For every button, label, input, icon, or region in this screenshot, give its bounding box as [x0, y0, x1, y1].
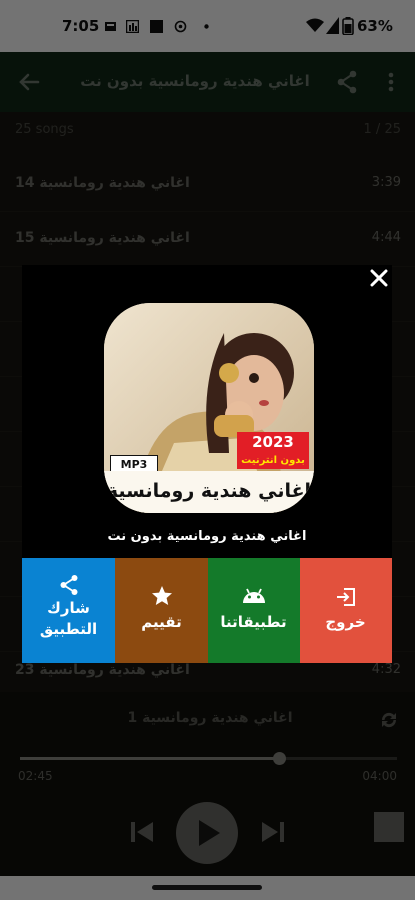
exit-label: خروج [325, 613, 366, 631]
song-title: اغاني هندية رومانسية 14 [15, 175, 190, 191]
seek-thumb[interactable] [273, 752, 287, 765]
song-row[interactable]: اغاني هندية رومانسية 15 4:44 [0, 212, 415, 267]
settings-notification-icon [174, 20, 187, 33]
icon-offline-badge: بدون انترنيت [237, 452, 309, 469]
wifi-icon [306, 18, 324, 32]
play-icon [199, 820, 220, 846]
songs-count: 25 songs [15, 122, 74, 137]
elapsed-time: 02:45 [18, 769, 53, 783]
our-apps-label: تطبيقاتنا [220, 613, 287, 631]
signal-icon [326, 17, 339, 34]
exit-icon [337, 588, 355, 606]
home-gesture-handle[interactable] [152, 885, 262, 890]
song-duration: 4:32 [371, 662, 401, 677]
icon-mp3-badge: MP3 [110, 455, 158, 472]
gallery-notification-icon [126, 20, 139, 33]
app-bar: اغاني هندية رومانسية بدون نت [0, 52, 415, 112]
dialog-app-name: اغاني هندية رومانسية بدون نت [107, 529, 307, 544]
share-app-icon [60, 575, 78, 595]
play-button[interactable] [176, 802, 238, 864]
notification-icon [105, 22, 116, 31]
rate-button[interactable]: تقييم [115, 558, 208, 663]
android-icon [243, 588, 265, 603]
battery-icon [342, 17, 354, 35]
list-header: 25 songs 1 / 25 [0, 112, 415, 147]
next-icon[interactable] [259, 818, 287, 846]
exit-button[interactable]: خروج [299, 558, 392, 663]
song-duration: 3:39 [371, 175, 401, 190]
previous-icon[interactable] [128, 818, 156, 846]
close-icon[interactable] [366, 265, 392, 291]
icon-title-banner: اغاني هندية رومانسية [104, 471, 314, 513]
icon-year-badge: 2023 [237, 432, 309, 452]
seek-progress [20, 757, 280, 760]
share-app-label-2: التطبيق [39, 620, 98, 638]
page-index: 1 / 25 [363, 122, 401, 137]
system-nav-bar [0, 876, 415, 900]
song-title: اغاني هندية رومانسية 23 [15, 662, 190, 678]
battery-percent: 63% [357, 17, 393, 35]
song-title: اغاني هندية رومانسية 15 [15, 230, 190, 246]
status-bar: 7:05 63% [0, 0, 415, 52]
song-duration: 4:44 [371, 230, 401, 245]
repeat-icon[interactable] [377, 708, 401, 732]
app-icon: 2023 بدون انترنيت MP3 اغاني هندية رومانس… [104, 303, 314, 513]
app-bar-title: اغاني هندية رومانسية بدون نت [80, 72, 310, 90]
seek-bar[interactable] [20, 752, 397, 765]
share-icon[interactable] [336, 70, 358, 94]
share-app-button[interactable]: شارك التطبيق [22, 558, 115, 663]
more-notifications-dot-icon [204, 24, 209, 29]
rate-label: تقييم [141, 613, 182, 631]
back-arrow-icon[interactable] [18, 71, 40, 93]
total-time: 04:00 [362, 769, 397, 783]
song-row[interactable]: اغاني هندية رومانسية 14 3:39 [0, 157, 415, 212]
star-icon [152, 586, 172, 605]
exit-dialog: 2023 بدون انترنيت MP3 اغاني هندية رومانس… [22, 265, 392, 663]
overflow-menu-icon[interactable] [388, 72, 394, 92]
our-apps-button[interactable]: تطبيقاتنا [207, 558, 300, 663]
stop-icon[interactable] [373, 811, 405, 843]
app-notification-icon [150, 20, 163, 33]
now-playing-title: اغاني هندية رومانسية 1 [127, 710, 293, 726]
player-panel: اغاني هندية رومانسية 1 02:45 04:00 [0, 692, 415, 876]
share-app-label-1: شارك [47, 599, 90, 617]
status-time: 7:05 [62, 17, 100, 35]
